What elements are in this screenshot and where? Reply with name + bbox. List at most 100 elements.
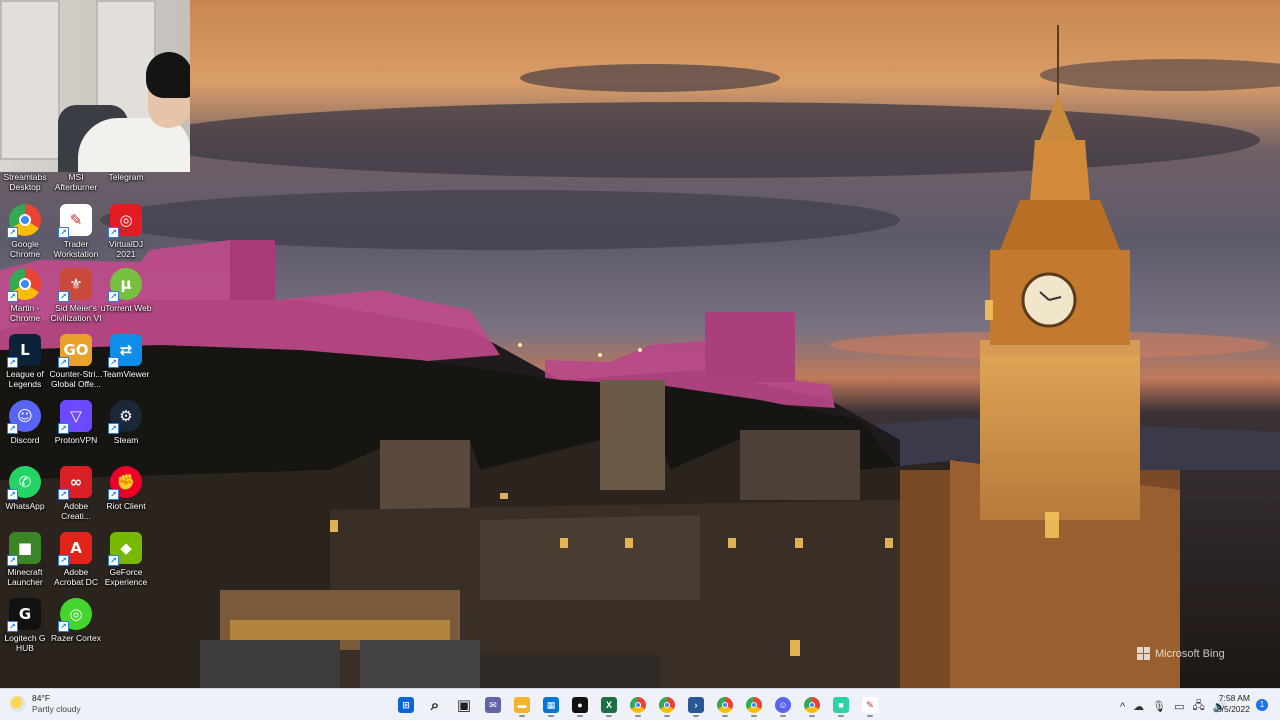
virtualdj-icon: ◎ ↗ bbox=[108, 204, 142, 238]
discord-icon: ☺ bbox=[775, 697, 791, 713]
desktop-icon-label: GeForce Experience bbox=[104, 567, 148, 587]
geforce-icon: ◆ ↗ bbox=[108, 532, 142, 566]
chrome-icon: ↗ bbox=[7, 204, 41, 238]
desktop-icon-label: Trader Workstation bbox=[53, 239, 99, 259]
desktop-icon-label: Sid Meier's Civilization VI bbox=[50, 303, 102, 323]
desktop-icon-label: Riot Client bbox=[106, 501, 146, 511]
taskbar-app-green-button[interactable]: ■ bbox=[828, 693, 854, 717]
shortcut-arrow-icon: ↗ bbox=[58, 555, 69, 566]
protonvpn-icon: ▽ ↗ bbox=[58, 400, 92, 434]
csgo-icon: GO ↗ bbox=[58, 334, 92, 368]
chrome-icon bbox=[630, 697, 646, 713]
terminal-icon: › bbox=[688, 697, 704, 713]
chrome-icon bbox=[746, 697, 762, 713]
desktop-icon-virtualdj-2021[interactable]: ◎ ↗ VirtualDJ 2021 bbox=[95, 204, 157, 259]
folder-icon: ▬ bbox=[514, 697, 530, 713]
taskbar-start-button[interactable]: ⊞ bbox=[393, 693, 419, 717]
desktop-icon-label: Minecraft Launcher bbox=[7, 567, 43, 587]
windows-icon: ⊞ bbox=[398, 697, 414, 713]
desktop-icon-label: Adobe Creati... bbox=[61, 501, 91, 521]
shortcut-arrow-icon: ↗ bbox=[108, 423, 119, 434]
edinburgh-skyline-image bbox=[0, 0, 1280, 688]
lol-icon: L ↗ bbox=[7, 334, 41, 368]
desktop-icon-label: WhatsApp bbox=[5, 501, 45, 511]
taskbar-task-view-button[interactable]: ▣ bbox=[451, 693, 477, 717]
shortcut-arrow-icon: ↗ bbox=[7, 423, 18, 434]
bing-logo-icon bbox=[1137, 647, 1150, 660]
desktop-icon-label: Martin - Chrome bbox=[9, 303, 41, 323]
search-icon: ⌕ bbox=[430, 696, 440, 714]
desktop-icon-label: Logitech G HUB bbox=[4, 633, 46, 653]
taskbar-teams-chat-button[interactable]: ✉ bbox=[480, 693, 506, 717]
desktop-icon-label: Discord bbox=[10, 435, 40, 445]
desktop-icon-steam[interactable]: ⚙ ↗ Steam bbox=[95, 400, 157, 445]
cloud-icon[interactable]: ☁ bbox=[1133, 700, 1144, 713]
desktop-icon-label: Google Chrome bbox=[9, 239, 41, 259]
minecraft-icon: ■ ↗ bbox=[7, 532, 41, 566]
shortcut-arrow-icon: ↗ bbox=[108, 555, 119, 566]
task-view-icon: ▣ bbox=[456, 697, 472, 714]
razer-icon: ◎ ↗ bbox=[58, 598, 92, 632]
alien-icon: ● bbox=[572, 697, 588, 713]
person-hair-image bbox=[146, 52, 190, 98]
notification-badge[interactable]: 1 bbox=[1256, 699, 1268, 711]
taskbar-microsoft-store-button[interactable]: ▦ bbox=[538, 693, 564, 717]
show-hidden-icons-chevron-icon[interactable]: ^ bbox=[1120, 701, 1125, 713]
taskbar-alienware-button[interactable]: ● bbox=[567, 693, 593, 717]
trader-icon: ✎ bbox=[862, 697, 878, 713]
taskbar-chrome-2-button[interactable] bbox=[654, 693, 680, 717]
shortcut-arrow-icon: ↗ bbox=[108, 357, 119, 368]
chrome-icon bbox=[717, 697, 733, 713]
network-icon[interactable]: 🖧 bbox=[1193, 697, 1205, 716]
shortcut-arrow-icon: ↗ bbox=[58, 423, 69, 434]
teamviewer-icon: ⇄ ↗ bbox=[108, 334, 142, 368]
desktop-wallpaper bbox=[0, 0, 1280, 688]
desktop-icon-utorrent-web[interactable]: µ ↗ uTorrent Web bbox=[95, 268, 157, 313]
utorrent-icon: µ ↗ bbox=[108, 268, 142, 302]
shortcut-arrow-icon: ↗ bbox=[7, 357, 18, 368]
desktop-icon-label: League of Legends bbox=[6, 369, 44, 389]
clock-time: 7:58 AM bbox=[1218, 693, 1250, 703]
taskbar-file-explorer-button[interactable]: ▬ bbox=[509, 693, 535, 717]
discord-icon: ☺ ↗ bbox=[7, 400, 41, 434]
taskbar-chrome-4-button[interactable] bbox=[741, 693, 767, 717]
desktop-icon-label-telegram[interactable]: Telegram bbox=[95, 172, 157, 182]
taskbar: 84°F Partly cloudy ⊞ ⌕ ▣ ✉ ▬ ▦ ● X › ☺ ■ ✎ ^ ☁ 🎙 ▭ … bbox=[0, 688, 1280, 720]
shortcut-arrow-icon: ↗ bbox=[7, 621, 18, 632]
taskbar-clock[interactable]: 7:58 AM 8/5/2022 bbox=[1208, 693, 1250, 715]
whatsapp-icon: ✆ ↗ bbox=[7, 466, 41, 500]
clock-date: 8/5/2022 bbox=[1216, 704, 1250, 714]
shortcut-arrow-icon: ↗ bbox=[7, 227, 18, 238]
shortcut-arrow-icon: ↗ bbox=[58, 357, 69, 368]
door-image bbox=[0, 0, 60, 160]
shortcut-arrow-icon: ↗ bbox=[7, 489, 18, 500]
taskbar-discord-button[interactable]: ☺ bbox=[770, 693, 796, 717]
desktop-icon-label: Razer Cortex bbox=[50, 633, 102, 643]
desktop-icon-teamviewer[interactable]: ⇄ ↗ TeamViewer bbox=[95, 334, 157, 379]
webcam-overlay bbox=[0, 0, 190, 172]
weather-widget[interactable]: 84°F Partly cloudy bbox=[10, 693, 81, 715]
chat-icon: ✉ bbox=[485, 697, 501, 713]
taskbar-excel-button[interactable]: X bbox=[596, 693, 622, 717]
shortcut-arrow-icon: ↗ bbox=[58, 489, 69, 500]
desktop-icon-label: uTorrent Web bbox=[100, 303, 152, 313]
taskbar-chrome-3-button[interactable] bbox=[712, 693, 738, 717]
display-icon[interactable]: ▭ bbox=[1174, 700, 1184, 713]
acrobat-icon: A ↗ bbox=[58, 532, 92, 566]
taskbar-chrome-5-button[interactable] bbox=[799, 693, 825, 717]
riot-icon: ✊ ↗ bbox=[108, 466, 142, 500]
desktop-icon-geforce-experience[interactable]: ◆ ↗ GeForce Experience bbox=[95, 532, 157, 587]
taskbar-powershell-button[interactable]: › bbox=[683, 693, 709, 717]
microsoft-bing-watermark: Microsoft Bing bbox=[1137, 647, 1225, 660]
taskbar-chrome-1-button[interactable] bbox=[625, 693, 651, 717]
civ-icon: ⚜ ↗ bbox=[58, 268, 92, 302]
shortcut-arrow-icon: ↗ bbox=[108, 291, 119, 302]
shortcut-arrow-icon: ↗ bbox=[58, 291, 69, 302]
mic-icon[interactable]: 🎙 bbox=[1152, 700, 1166, 713]
desktop-icon-riot-client[interactable]: ✊ ↗ Riot Client bbox=[95, 466, 157, 511]
taskbar-search-button[interactable]: ⌕ bbox=[422, 693, 448, 717]
app-icon: ■ bbox=[833, 697, 849, 713]
taskbar-trader-workstation-button[interactable]: ✎ bbox=[857, 693, 883, 717]
weather-temperature: 84°F bbox=[32, 693, 51, 703]
desktop-icon-razer-cortex[interactable]: ◎ ↗ Razer Cortex bbox=[45, 598, 107, 643]
